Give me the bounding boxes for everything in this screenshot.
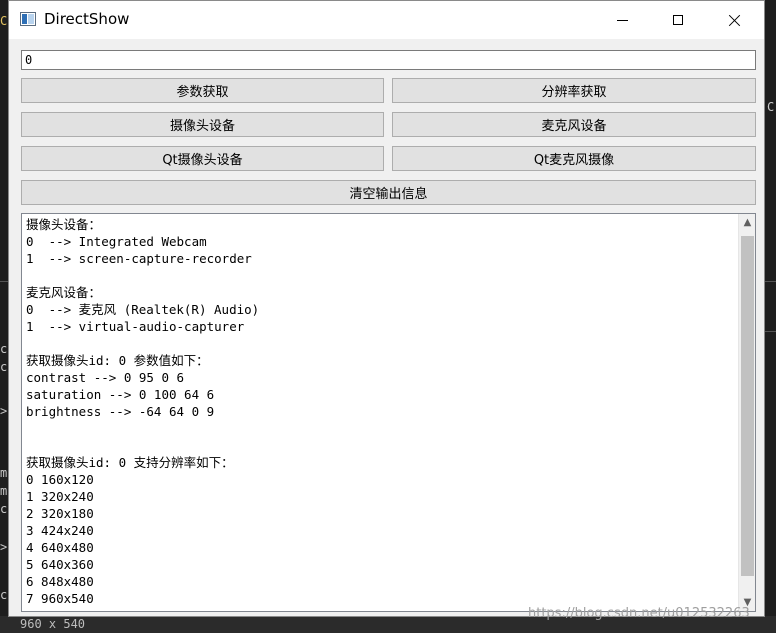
output-text: 摄像头设备： 0 --> Integrated Webcam 1 --> scr… bbox=[26, 217, 260, 611]
background-divider bbox=[765, 281, 776, 282]
background-glyph: m bbox=[0, 484, 8, 498]
background-glyph: c bbox=[0, 588, 8, 602]
background-glyph: c bbox=[0, 502, 8, 516]
background-divider bbox=[765, 331, 776, 332]
background-glyph: m bbox=[0, 466, 8, 480]
background-glyph: c bbox=[0, 342, 8, 356]
background-glyph: > bbox=[0, 540, 8, 554]
background-glyph: c bbox=[0, 360, 8, 374]
minimize-icon bbox=[616, 19, 628, 21]
get-resolution-button[interactable]: 分辨率获取 bbox=[392, 78, 756, 103]
qt-camera-devices-button[interactable]: Qt摄像头设备 bbox=[21, 146, 384, 171]
watermark-url: https://blog.csdn.net/u012532263 bbox=[528, 606, 750, 621]
directshow-window: DirectShow 参数获取 分辨率获取 摄像头设备 麦克风设备 Qt摄像头设… bbox=[8, 0, 765, 617]
minimize-button[interactable] bbox=[599, 1, 645, 39]
qt-mic-camera-button[interactable]: Qt麦克风摄像 bbox=[392, 146, 756, 171]
background-divider bbox=[0, 281, 8, 282]
scroll-up-icon[interactable]: ▲ bbox=[739, 214, 755, 231]
device-id-input[interactable] bbox=[21, 50, 756, 70]
maximize-button[interactable] bbox=[655, 1, 701, 39]
app-icon bbox=[20, 12, 36, 26]
mic-devices-button[interactable]: 麦克风设备 bbox=[392, 112, 756, 137]
clear-output-button[interactable]: 清空输出信息 bbox=[21, 180, 756, 205]
camera-devices-button[interactable]: 摄像头设备 bbox=[21, 112, 384, 137]
output-textarea[interactable]: 摄像头设备： 0 --> Integrated Webcam 1 --> scr… bbox=[21, 213, 756, 612]
vertical-scrollbar[interactable]: ▲ ▼ bbox=[738, 214, 755, 611]
get-params-button[interactable]: 参数获取 bbox=[21, 78, 384, 103]
maximize-icon bbox=[673, 15, 683, 25]
scroll-thumb[interactable] bbox=[741, 236, 754, 576]
background-glyph: C bbox=[0, 14, 8, 28]
window-title: DirectShow bbox=[44, 10, 130, 28]
background-glyph: C bbox=[767, 100, 775, 114]
close-button[interactable] bbox=[711, 1, 757, 39]
close-icon bbox=[728, 14, 741, 27]
background-glyph: > bbox=[0, 404, 8, 418]
title-bar[interactable]: DirectShow bbox=[9, 1, 764, 39]
